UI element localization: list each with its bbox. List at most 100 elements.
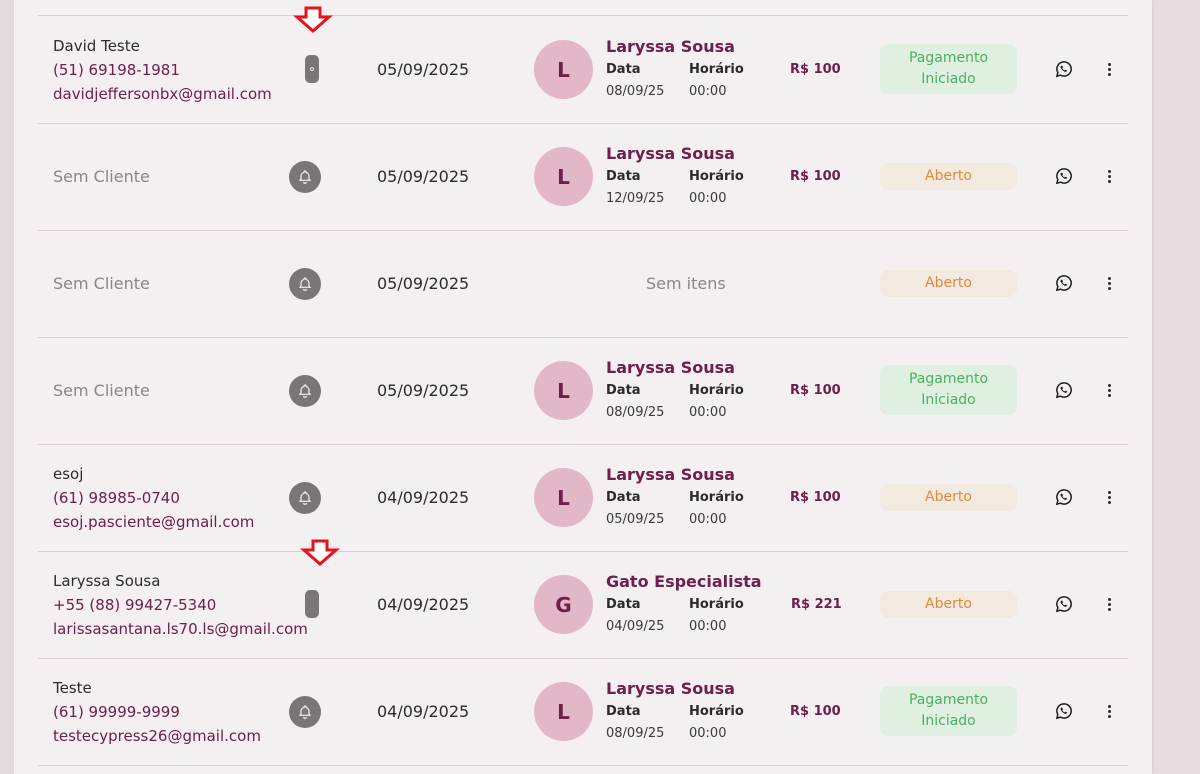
service-date: 12/09/25 bbox=[606, 191, 665, 206]
client-phone: (61) 98985-0740 bbox=[53, 488, 180, 507]
appointment-date: 04/09/2025 bbox=[377, 702, 470, 721]
service-time: 00:00 bbox=[689, 84, 727, 99]
whatsapp-icon[interactable] bbox=[1055, 60, 1073, 78]
date-label: Data bbox=[606, 62, 641, 77]
whatsapp-icon[interactable] bbox=[1055, 488, 1073, 506]
client-info: Sem Cliente bbox=[53, 230, 150, 337]
bell-icon[interactable] bbox=[289, 161, 321, 193]
time-label: Horário bbox=[689, 490, 744, 505]
avatar: L bbox=[534, 147, 593, 206]
no-client-text: Sem Cliente bbox=[53, 274, 150, 293]
avatar: L bbox=[534, 40, 593, 99]
appointment-date: 05/09/2025 bbox=[377, 274, 470, 293]
price: R$ 100 bbox=[790, 704, 841, 719]
price: R$ 100 bbox=[790, 62, 841, 77]
more-options-icon[interactable] bbox=[1104, 166, 1114, 186]
page-background-strip bbox=[0, 0, 14, 774]
time-label: Horário bbox=[689, 169, 744, 184]
date-label: Data bbox=[606, 169, 641, 184]
price: R$ 221 bbox=[791, 597, 842, 612]
service-time: 00:00 bbox=[689, 191, 727, 206]
no-client-text: Sem Cliente bbox=[53, 167, 150, 186]
professional-name: Gato Especialista bbox=[606, 572, 762, 591]
bell-icon[interactable] bbox=[289, 268, 321, 300]
service-date: 08/09/25 bbox=[606, 84, 665, 99]
avatar: G bbox=[534, 575, 593, 634]
client-info: esoj (61) 98985-0740 esoj.pasciente@gmai… bbox=[53, 444, 254, 551]
client-name: esoj bbox=[53, 464, 84, 483]
date-label: Data bbox=[606, 490, 641, 505]
table-row: esoj (61) 98985-0740 esoj.pasciente@gmai… bbox=[38, 444, 1128, 552]
no-client-text: Sem Cliente bbox=[53, 381, 150, 400]
client-phone: (51) 69198-1981 bbox=[53, 60, 180, 79]
date-label: Data bbox=[606, 704, 641, 719]
whatsapp-icon[interactable] bbox=[1055, 167, 1073, 185]
whatsapp-icon[interactable] bbox=[1055, 595, 1073, 613]
appointment-date: 05/09/2025 bbox=[377, 167, 470, 186]
service-date: 08/09/25 bbox=[606, 726, 665, 741]
price: R$ 100 bbox=[790, 383, 841, 398]
client-info: Teste (61) 99999-9999 testecypress26@gma… bbox=[53, 658, 261, 765]
status-badge: Pagamento Iniciado bbox=[880, 686, 1017, 736]
price: R$ 100 bbox=[790, 169, 841, 184]
client-email: larissasantana.ls70.ls@gmail.com bbox=[53, 619, 308, 638]
whatsapp-icon[interactable] bbox=[1055, 702, 1073, 720]
appointments-list-panel: David Teste (51) 69198-1981 davidjeffers… bbox=[14, 0, 1152, 774]
price: R$ 100 bbox=[790, 490, 841, 505]
client-info: Sem Cliente bbox=[53, 123, 150, 230]
service-date: 08/09/25 bbox=[606, 405, 665, 420]
time-label: Horário bbox=[689, 597, 744, 612]
bell-icon[interactable] bbox=[289, 375, 321, 407]
appointment-date: 05/09/2025 bbox=[377, 60, 470, 79]
more-options-icon[interactable] bbox=[1104, 59, 1114, 79]
professional-name: Laryssa Sousa bbox=[606, 37, 735, 56]
bell-icon[interactable] bbox=[289, 482, 321, 514]
notification-toggle[interactable] bbox=[305, 55, 319, 83]
status-badge: Aberto bbox=[880, 484, 1017, 511]
table-row: David Teste (51) 69198-1981 davidjeffers… bbox=[38, 16, 1128, 124]
service-time: 00:00 bbox=[689, 512, 727, 527]
table-row: Sem Cliente 05/09/2025 Sem itens Aberto bbox=[38, 230, 1128, 338]
client-info: David Teste (51) 69198-1981 davidjeffers… bbox=[53, 16, 272, 123]
service-date: 05/09/25 bbox=[606, 512, 665, 527]
professional-name: Laryssa Sousa bbox=[606, 144, 735, 163]
date-label: Data bbox=[606, 383, 641, 398]
status-badge: Aberto bbox=[880, 163, 1017, 190]
time-label: Horário bbox=[689, 383, 744, 398]
client-info: Sem Cliente bbox=[53, 337, 150, 444]
annotation-arrow-icon bbox=[293, 6, 333, 33]
more-options-icon[interactable] bbox=[1104, 380, 1114, 400]
more-options-icon[interactable] bbox=[1104, 701, 1114, 721]
appointment-date: 05/09/2025 bbox=[377, 381, 470, 400]
client-info: Laryssa Sousa +55 (88) 99427-5340 lariss… bbox=[53, 551, 308, 658]
more-options-icon[interactable] bbox=[1104, 487, 1114, 507]
whatsapp-icon[interactable] bbox=[1055, 274, 1073, 292]
bell-icon[interactable] bbox=[289, 696, 321, 728]
status-badge: Pagamento Iniciado bbox=[880, 365, 1017, 415]
service-time: 00:00 bbox=[689, 726, 727, 741]
appointment-date: 04/09/2025 bbox=[377, 488, 470, 507]
whatsapp-icon[interactable] bbox=[1055, 381, 1073, 399]
table-row: Sem Cliente 05/09/2025 L Laryssa Sousa D… bbox=[38, 337, 1128, 445]
status-badge: Aberto bbox=[880, 270, 1017, 297]
professional-name: Laryssa Sousa bbox=[606, 465, 735, 484]
avatar: L bbox=[534, 361, 593, 420]
time-label: Horário bbox=[689, 62, 744, 77]
table-row: Teste (61) 99999-9999 testecypress26@gma… bbox=[38, 658, 1128, 766]
status-badge: Aberto bbox=[880, 591, 1017, 618]
notification-toggle[interactable] bbox=[305, 590, 319, 618]
service-time: 00:00 bbox=[689, 619, 727, 634]
table-row: Laryssa Sousa +55 (88) 99427-5340 lariss… bbox=[38, 551, 1128, 659]
avatar: L bbox=[534, 468, 593, 527]
avatar: L bbox=[534, 682, 593, 741]
client-email: esoj.pasciente@gmail.com bbox=[53, 512, 255, 531]
more-options-icon[interactable] bbox=[1104, 273, 1114, 293]
appointment-date: 04/09/2025 bbox=[377, 595, 470, 614]
time-label: Horário bbox=[689, 704, 744, 719]
more-options-icon[interactable] bbox=[1104, 594, 1114, 614]
professional-name: Laryssa Sousa bbox=[606, 358, 735, 377]
client-phone: (61) 99999-9999 bbox=[53, 702, 180, 721]
client-email: testecypress26@gmail.com bbox=[53, 726, 261, 745]
table-row: Sem Cliente 05/09/2025 L Laryssa Sousa D… bbox=[38, 123, 1128, 231]
client-name: Laryssa Sousa bbox=[53, 571, 161, 590]
